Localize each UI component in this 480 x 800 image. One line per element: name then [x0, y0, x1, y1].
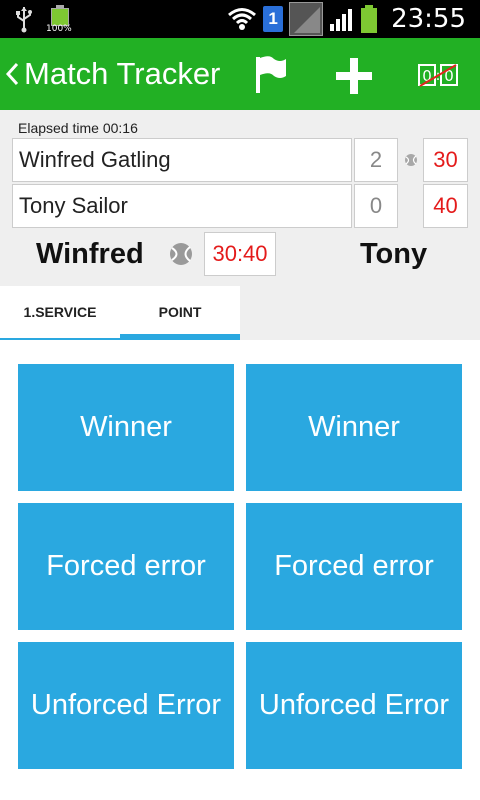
flag-icon[interactable] [252, 54, 288, 94]
player-points: 30 [423, 138, 468, 182]
player-sets: 0 [354, 184, 398, 228]
action-bar: Match Tracker 0 : 0 [0, 38, 480, 110]
usb-icon [16, 7, 32, 33]
tennis-ball-icon [170, 243, 192, 265]
tab-service[interactable]: 1.SERVICE [0, 286, 120, 340]
left-winner-button[interactable]: Winner [18, 364, 234, 491]
battery-percent-label: 100% [46, 24, 72, 34]
right-player-short-name: Tony [360, 238, 428, 270]
current-game-row: Winfred 30:40 Tony [0, 230, 480, 280]
player-row: Tony Sailor 0 40 [12, 184, 472, 228]
left-unforced-error-button[interactable]: Unforced Error [18, 642, 234, 769]
game-score: 30:40 [204, 232, 276, 276]
battery-icon [361, 5, 378, 33]
page-title[interactable]: Match Tracker [24, 56, 220, 92]
tab-indicator [0, 338, 120, 340]
tab-label: 1.SERVICE [23, 304, 97, 320]
sim-signal-empty-icon [289, 2, 324, 36]
player-row: Winfred Gatling 2 30 [12, 138, 472, 182]
scoreboard: Elapsed time 00:16 Winfred Gatling 2 30 … [0, 110, 480, 286]
player-sets: 2 [354, 138, 398, 182]
elapsed-time: Elapsed time 00:16 [18, 120, 138, 136]
tab-bar-filler [240, 286, 480, 340]
tab-indicator-active [120, 334, 240, 340]
tab-label: POINT [158, 304, 202, 320]
left-player-short-name: Winfred [36, 238, 144, 270]
player-name: Winfred Gatling [12, 138, 352, 182]
battery-full-icon: 100% [46, 4, 72, 34]
player-points: 40 [423, 184, 468, 228]
back-arrow-icon[interactable] [4, 60, 20, 88]
signal-strength-icon [330, 9, 353, 31]
status-bar: 100% 1 23:55 [0, 0, 480, 38]
right-forced-error-button[interactable]: Forced error [246, 503, 462, 630]
score-reset-icon[interactable]: 0 : 0 [418, 62, 458, 88]
clock: 23:55 [391, 4, 466, 34]
right-winner-button[interactable]: Winner [246, 364, 462, 491]
player-name: Tony Sailor [12, 184, 352, 228]
left-forced-error-button[interactable]: Forced error [18, 503, 234, 630]
tab-bar: 1.SERVICE POINT [0, 286, 240, 340]
plus-icon[interactable] [334, 56, 374, 96]
tab-point[interactable]: POINT [120, 286, 240, 340]
wifi-icon [228, 8, 257, 30]
serve-ball-icon [405, 154, 417, 166]
right-unforced-error-button[interactable]: Unforced Error [246, 642, 462, 769]
sim-indicator-icon: 1 [263, 6, 284, 32]
